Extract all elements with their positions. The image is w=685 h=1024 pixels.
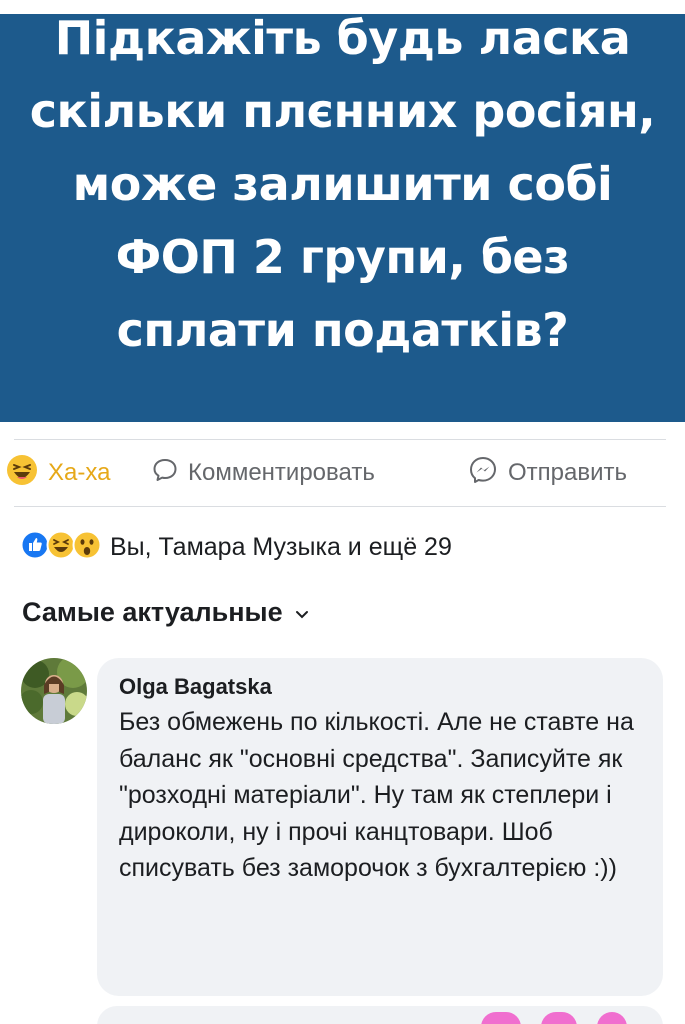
messenger-icon [468, 455, 498, 492]
send-button[interactable]: Отправить [468, 450, 627, 496]
comment-sort-label: Самые актуальные [22, 597, 283, 627]
divider [14, 439, 666, 440]
sticker-fragment [597, 1012, 627, 1024]
post-image[interactable]: Підкажіть будь ласка скільки плєнних рос… [0, 14, 685, 422]
top-strip [0, 0, 685, 14]
sticker-fragment [481, 1012, 521, 1024]
avatar[interactable] [21, 658, 87, 724]
reaction-icons [20, 530, 102, 565]
comment-author[interactable]: Olga Bagatska [119, 674, 643, 700]
action-bar: Ха-ха Комментировать Отправить [0, 450, 685, 496]
post-image-line: скільки плєнних росіян, [29, 84, 656, 138]
post-image-line: може залишити собі [72, 157, 613, 211]
comment-sort-dropdown[interactable]: Самые актуальные [22, 597, 309, 628]
reactions-summary-text: Вы, Тамара Музыка и ещё 29 [110, 532, 452, 561]
haha-reaction-button[interactable]: Ха-ха [6, 450, 110, 496]
post-image-line: ФОП 2 групи, без [115, 230, 570, 284]
post-image-line: Підкажіть будь ласка [54, 14, 631, 65]
comment-icon [152, 457, 178, 490]
comment-button[interactable]: Комментировать [152, 450, 375, 496]
comment-text: Без обмежень по кількості. Але не ставте… [119, 708, 634, 882]
haha-icon [6, 454, 38, 493]
comment-bubble[interactable] [97, 1006, 663, 1024]
chevron-down-icon [295, 607, 309, 625]
wow-icon [72, 530, 102, 565]
sticker-fragment [541, 1012, 577, 1024]
reactions-summary[interactable]: Вы, Тамара Музыка и ещё 29 [20, 530, 452, 564]
send-label: Отправить [508, 459, 628, 486]
post-image-line: сплати податків? [116, 303, 569, 357]
comment-bubble[interactable]: Olga Bagatska Без обмежень по кількості.… [97, 658, 663, 996]
haha-label: Ха-ха [48, 459, 111, 486]
comment-label: Комментировать [188, 459, 375, 486]
divider [14, 506, 666, 507]
